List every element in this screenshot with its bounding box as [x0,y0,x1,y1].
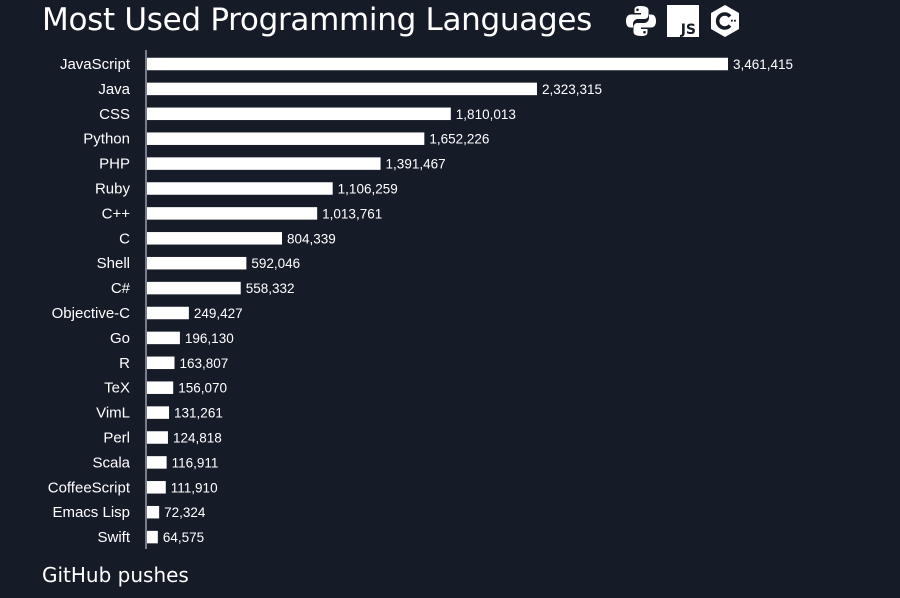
value-label: 116,911 [172,455,219,470]
bar-row: C 804,339 [119,230,336,247]
bars: JavaScript 3,461,415 Java 2,323,315 CSS 1,810… [48,56,793,546]
value-label: 163,807 [179,356,228,371]
value-label: 131,261 [174,406,223,421]
value-label: 196,130 [185,331,234,346]
bar [147,406,170,419]
value-label: 1,652,226 [429,132,489,147]
value-label: 3,461,415 [733,57,793,72]
category-label: CSS [99,106,130,123]
bar-row: VimL 131,261 [96,405,223,422]
bar [147,356,175,370]
bar [147,232,283,245]
bar-row: R 163,807 [119,355,228,372]
bar-row: C# 558,332 [111,280,295,297]
value-label: 1,106,259 [338,182,398,197]
category-label: PHP [99,156,130,173]
value-label: 1,013,761 [322,206,382,221]
bar [147,57,728,71]
category-label: Shell [97,255,130,272]
category-label: C++ [102,205,131,222]
bar [147,505,160,519]
bar [147,207,318,220]
bar [147,456,167,469]
bar [147,481,166,494]
category-label: VimL [96,405,130,422]
category-label: Go [110,330,130,347]
bar [147,256,247,270]
category-label: Emacs Lisp [52,504,130,521]
bar [147,530,158,544]
bar [147,82,537,96]
bar-row: Objective-C 249,427 [52,305,243,322]
bar [147,431,168,444]
bar [147,107,451,121]
category-label: Ruby [95,181,131,198]
value-label: 64,575 [163,530,204,545]
bar-row: C++ 1,013,761 [102,205,383,222]
category-label: CoffeeScript [48,479,131,496]
bar-row: TeX 156,070 [104,380,227,397]
bar [147,281,241,295]
value-label: 2,323,315 [542,82,602,97]
category-label: JavaScript [60,56,131,73]
bar-row: CSS 1,810,013 [99,106,516,123]
category-label: C [119,230,130,247]
category-label: Perl [103,430,130,447]
bar [147,306,189,320]
category-label: Swift [97,529,130,546]
category-label: C# [111,280,131,297]
bar [147,381,174,394]
category-label: Objective-C [52,305,131,322]
value-label: 558,332 [246,281,295,296]
bar-row: CoffeeScript 111,910 [48,479,218,496]
bar-row: Perl 124,818 [103,430,221,447]
bar-row: PHP 1,391,467 [99,156,445,173]
bar-row: Go 196,130 [110,330,234,347]
bar-chart: JavaScript 3,461,415 Java 2,323,315 CSS 1,810… [48,50,793,549]
bar-row: Python 1,652,226 [83,131,489,148]
value-label: 249,427 [194,306,243,321]
value-label: 1,391,467 [386,157,446,172]
value-label: 72,324 [164,505,206,520]
bar [147,182,333,195]
bar-row: Swift 64,575 [97,529,204,546]
bar [147,132,425,145]
category-label: R [119,355,130,372]
value-label: 124,818 [173,431,222,446]
value-label: 804,339 [287,231,336,246]
bar-row: JavaScript 3,461,415 [60,56,793,73]
bar [147,157,381,170]
value-label: 592,046 [251,256,300,271]
category-label: Java [98,81,130,98]
value-label: 1,810,013 [456,107,516,122]
bar [147,331,180,345]
category-label: TeX [104,380,130,397]
bar-row: Scala 116,911 [92,454,218,471]
category-label: Python [83,131,130,148]
x-axis-label: GitHub pushes [42,563,189,587]
bar-row: Java 2,323,315 [98,81,602,98]
bar-row: Emacs Lisp 72,324 [52,504,205,521]
value-label: 156,070 [178,381,227,396]
category-label: Scala [92,454,130,471]
bar-row: Ruby 1,106,259 [95,181,398,198]
bar-row: Shell 592,046 [97,255,301,272]
value-label: 111,910 [171,480,218,495]
